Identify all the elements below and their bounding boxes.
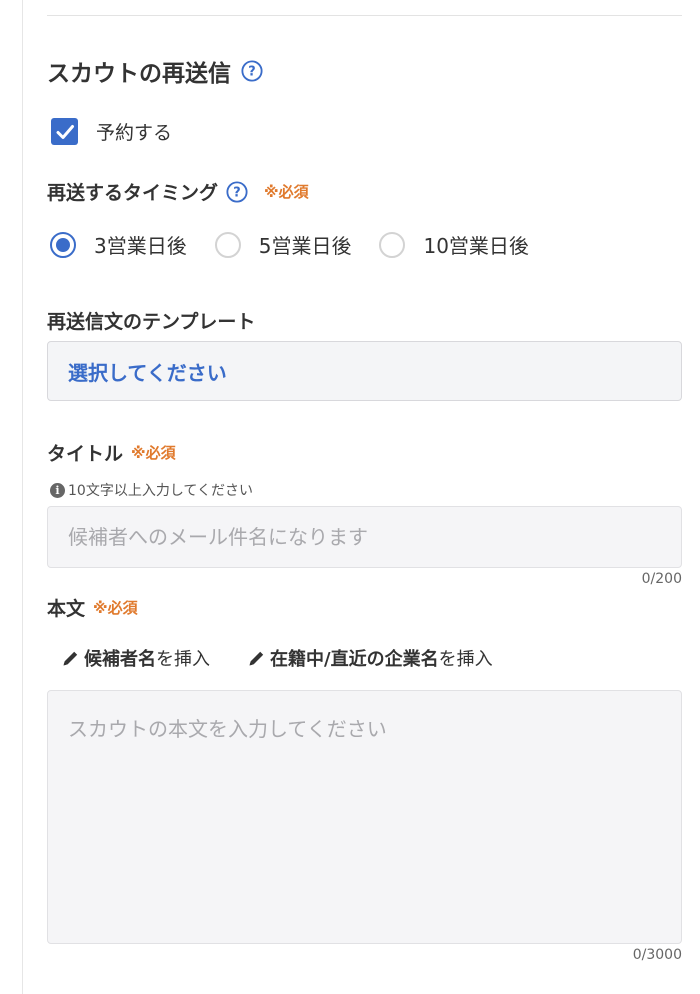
required-mark: ※必須 <box>131 444 176 462</box>
title-hint: i 10文字以上入力してください <box>50 480 253 500</box>
body-textarea[interactable] <box>47 690 682 944</box>
template-select-placeholder: 選択してください <box>68 360 227 385</box>
pencil-icon <box>248 649 266 667</box>
title-label: タイトル ※必須 <box>47 439 176 466</box>
top-divider <box>47 15 682 16</box>
radio-button-selected[interactable] <box>50 231 76 258</box>
pencil-icon <box>62 649 80 667</box>
body-label: 本文 ※必須 <box>47 594 138 621</box>
checkmark-icon <box>56 124 74 139</box>
svg-text:?: ? <box>248 65 255 80</box>
insert-button-label-suffix: を挿入 <box>156 649 210 670</box>
radio-button[interactable] <box>379 231 406 258</box>
radio-label: 3営業日後 <box>94 234 187 258</box>
info-icon: i <box>50 482 65 498</box>
reserve-checkbox-row[interactable]: 予約する <box>51 118 172 145</box>
template-label: 再送信文のテンプレート <box>47 307 255 334</box>
reserve-checkbox[interactable] <box>51 118 78 145</box>
title-hint-text: 10文字以上入力してください <box>68 483 253 499</box>
title-char-counter: 0/200 <box>641 571 682 587</box>
required-mark: ※必須 <box>93 599 138 617</box>
insert-button-label-strong: 在籍中/直近の企業名 <box>270 649 439 670</box>
body-char-counter: 0/3000 <box>632 947 682 963</box>
required-mark: ※必須 <box>264 183 309 201</box>
radio-option-3-days[interactable]: 3営業日後 <box>50 230 187 259</box>
insert-candidate-name-button[interactable]: 候補者名 を挿入 <box>62 645 210 671</box>
question-circle-icon[interactable]: ? <box>226 180 248 203</box>
insert-button-label-suffix: を挿入 <box>438 649 493 670</box>
section-title-text: スカウトの再送信 <box>47 61 231 87</box>
svg-text:?: ? <box>233 185 240 200</box>
radio-label: 10営業日後 <box>423 234 529 258</box>
resend-settings-panel: スカウトの再送信 ? 予約する 再送するタイミング ? ※必須 3営業日後 5営… <box>0 0 700 994</box>
timing-label: 再送するタイミング ? ※必須 <box>47 178 309 205</box>
radio-button[interactable] <box>214 231 241 258</box>
insert-button-label-strong: 候補者名 <box>84 649 156 670</box>
body-label-text: 本文 <box>47 598 86 620</box>
radio-label: 5営業日後 <box>258 234 352 258</box>
reserve-label: 予約する <box>96 122 173 144</box>
insert-company-name-button[interactable]: 在籍中/直近の企業名 を挿入 <box>248 645 493 671</box>
timing-radio-group: 3営業日後 5営業日後 10営業日後 <box>50 230 557 259</box>
question-circle-icon[interactable]: ? <box>241 60 263 82</box>
radio-option-10-days[interactable]: 10営業日後 <box>379 230 529 259</box>
title-label-text: タイトル <box>47 443 124 465</box>
left-divider <box>22 0 23 994</box>
timing-label-text: 再送するタイミング <box>47 182 219 204</box>
insert-buttons-row: 候補者名 を挿入 在籍中/直近の企業名 を挿入 <box>62 645 531 671</box>
radio-option-5-days[interactable]: 5営業日後 <box>214 230 352 259</box>
template-label-text: 再送信文のテンプレート <box>47 311 256 333</box>
section-title: スカウトの再送信 ? <box>47 54 263 88</box>
title-input[interactable] <box>47 506 682 568</box>
template-select[interactable]: 選択してください <box>47 341 682 401</box>
